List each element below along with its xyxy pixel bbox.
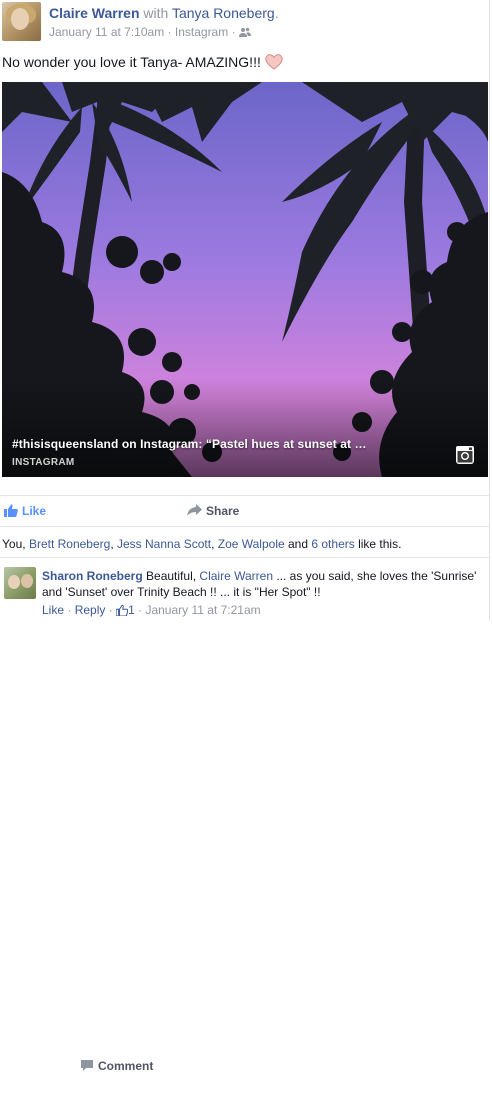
author-avatar[interactable] [2, 2, 41, 41]
comment-item: Sharon Roneberg Beautiful, Claire Warren… [0, 563, 489, 621]
photo-caption[interactable]: #thisisqueensland on Instagram: “Pastel … [12, 437, 367, 451]
like-summary: You, Brett Roneberg, Jess Nanna Scott, Z… [2, 537, 402, 551]
share-button[interactable]: Share [187, 504, 239, 518]
comment-date[interactable]: January 11 at 7:21am [145, 603, 260, 617]
comment-like-link[interactable]: Like [42, 603, 64, 617]
others-link[interactable]: 6 others [311, 537, 354, 551]
thumbs-up-icon [4, 504, 18, 517]
like-button[interactable]: Like [4, 504, 46, 518]
commenter-name[interactable]: Sharon Roneberg [42, 569, 143, 583]
comment-button[interactable]: Comment [80, 1059, 492, 1117]
friends-icon[interactable] [238, 27, 251, 37]
comment-icon [81, 1060, 93, 1071]
liker-link[interactable]: Zoe Walpole [218, 537, 285, 551]
commenter-avatar[interactable] [4, 567, 36, 599]
share-icon [187, 504, 202, 516]
shared-photo[interactable]: #thisisqueensland on Instagram: “Pastel … [2, 82, 488, 477]
post-actions: Like Comment Share [0, 495, 489, 1073]
photo-source: INSTAGRAM [12, 457, 75, 468]
divider [0, 557, 489, 558]
with-text: with [143, 5, 169, 21]
post-text: No wonder you love it Tanya- AMAZING!!! [2, 54, 283, 70]
comment-body: Sharon Roneberg Beautiful, Claire Warren… [42, 569, 477, 599]
post-names: Claire Warren with Tanya Roneberg. [49, 5, 279, 21]
instagram-icon[interactable] [455, 445, 475, 465]
post-header: Claire Warren with Tanya Roneberg. Janua… [0, 0, 489, 48]
tagged-name[interactable]: Tanya Roneberg [172, 5, 275, 21]
facebook-post: Claire Warren with Tanya Roneberg. Janua… [0, 0, 490, 1073]
comment-meta: Like · Reply · 1 · January 11 at 7:21am [42, 603, 261, 617]
post-meta: January 11 at 7:10am · Instagram · [49, 25, 251, 39]
post-date[interactable]: January 11 at 7:10am [49, 25, 164, 39]
author-name[interactable]: Claire Warren [49, 5, 140, 21]
mention-link[interactable]: Claire Warren [199, 569, 273, 583]
liker-link[interactable]: Jess Nanna Scott [117, 537, 211, 551]
liker-link[interactable]: Brett Roneberg [29, 537, 110, 551]
thumbs-up-icon [115, 604, 129, 617]
heart-icon [265, 54, 283, 70]
comment-like-count[interactable]: 1 [128, 603, 135, 617]
comment-reply-link[interactable]: Reply [75, 603, 106, 617]
post-source[interactable]: Instagram [175, 25, 228, 39]
